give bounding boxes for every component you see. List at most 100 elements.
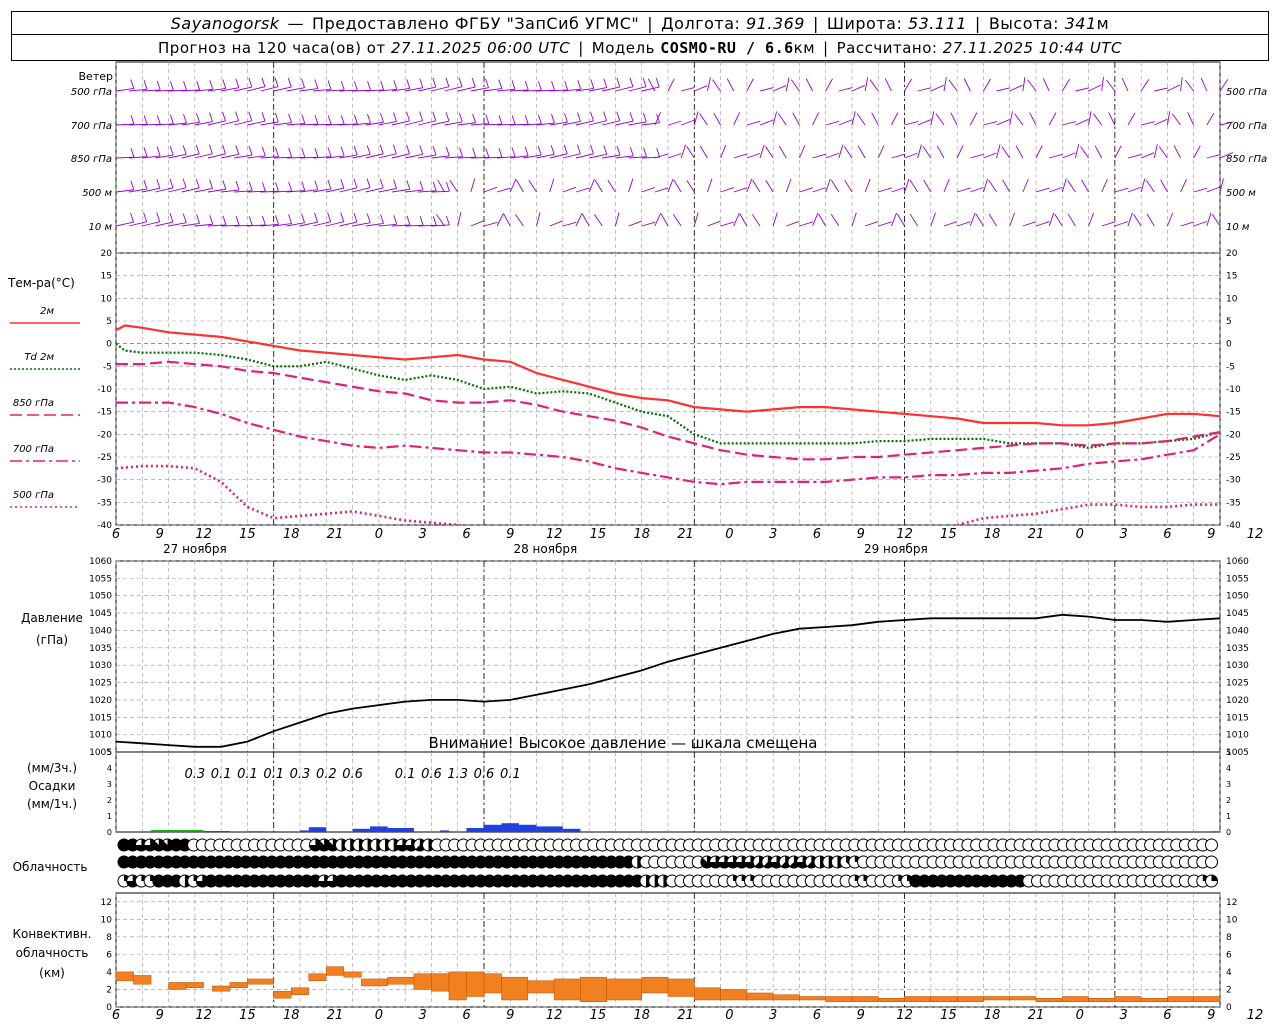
- wind-barb-feather: [406, 111, 410, 122]
- wind-barb: [1088, 84, 1102, 92]
- wind-barb-feather: [288, 214, 292, 224]
- precip-bar: [387, 828, 414, 832]
- pressure-tick-left: 1010: [89, 731, 112, 741]
- wind-barb: [1158, 146, 1168, 159]
- wind-barb: [654, 153, 669, 159]
- time-tick-label-bottom: 9: [156, 1008, 164, 1023]
- wind-barb: [449, 180, 459, 193]
- wind-barb: [751, 214, 761, 227]
- wind-barb-feather: [182, 178, 187, 188]
- wind-barb-feather: [209, 179, 213, 189]
- wind-barb: [891, 212, 897, 227]
- wind-barb: [830, 179, 840, 193]
- convective-bar: [133, 975, 152, 985]
- wind-barb-feather: [616, 111, 621, 121]
- wind-barb: [528, 180, 537, 193]
- wind-barb-feather: [576, 144, 581, 154]
- precip-tick-left: 2: [107, 796, 112, 805]
- wind-barb-feather: [327, 212, 332, 222]
- wind-barb: [1154, 87, 1169, 92]
- time-tick-label-bottom: 21: [1028, 1008, 1045, 1023]
- convective-bar: [1035, 997, 1063, 1002]
- wind-barb: [457, 212, 462, 227]
- temp-tick-left: -40: [97, 521, 112, 531]
- time-tick-label-bottom: 12: [195, 1008, 212, 1023]
- wind-barb-feather: [222, 111, 226, 122]
- wind-barb-feather: [235, 111, 240, 121]
- convective-bar: [387, 976, 415, 985]
- wind-barb: [778, 145, 787, 159]
- precip-bar: [370, 826, 388, 832]
- wind-barb-feather: [590, 144, 594, 154]
- wind-barb: [1067, 213, 1076, 227]
- wind-barb: [1015, 145, 1024, 159]
- wind-barb-feather: [222, 215, 227, 226]
- wind-barb-feather: [340, 115, 345, 125]
- wind-barb: [667, 120, 682, 126]
- wind-barb-feather: [367, 113, 371, 124]
- wind-barb: [1200, 77, 1208, 92]
- time-tick-label-bottom: 21: [677, 1008, 694, 1023]
- wind-barb-feather: [156, 146, 161, 157]
- wind-barb: [1106, 79, 1116, 92]
- time-tick-label: 18: [283, 527, 300, 542]
- precip-bar: [300, 830, 309, 832]
- wind-barb-feather: [445, 146, 450, 157]
- wind-barb-feather: [353, 212, 358, 223]
- wind-barb: [1035, 145, 1043, 159]
- wind-barb: [1219, 178, 1224, 193]
- wind-barb: [759, 119, 774, 126]
- wind-barb-feather: [419, 216, 424, 226]
- wind-barb-feather: [222, 144, 226, 154]
- pressure-tick-right: 1045: [1226, 609, 1249, 619]
- precip-panel: [115, 751, 1221, 833]
- precip-bar: [869, 831, 879, 832]
- wind-barb-feather: [248, 77, 253, 88]
- convective-bar: [1009, 996, 1037, 1001]
- convective-bar: [746, 992, 774, 1001]
- time-tick-label-bottom: 18: [633, 1008, 650, 1023]
- wind-barb: [575, 187, 590, 193]
- convective-bar: [720, 989, 748, 1001]
- wind-barb-feather: [537, 114, 542, 124]
- wind-barb: [943, 178, 950, 193]
- wind-barb-feather: [195, 178, 200, 189]
- wind-barb: [1167, 84, 1181, 92]
- wind-barb-feather: [196, 214, 200, 224]
- convective-bar: [799, 996, 826, 1001]
- precip-bar: [203, 831, 230, 832]
- time-tick-label-bottom: 15: [940, 1008, 957, 1023]
- precip-total-label: 0.2: [316, 767, 337, 782]
- time-tick-label: 6: [1163, 527, 1171, 542]
- wind-barb-feather: [419, 78, 424, 88]
- precip-bar: [151, 830, 204, 832]
- wind-barb-feather: [301, 148, 306, 158]
- pressure-tick-right: 1040: [1226, 626, 1249, 636]
- wind-barb: [1180, 77, 1183, 92]
- wind-barb: [988, 180, 997, 193]
- convective-unit: (км): [39, 966, 65, 980]
- wind-barb-feather: [392, 144, 397, 154]
- time-tick-label: 21: [677, 527, 694, 542]
- wind-barb-feather: [367, 81, 371, 91]
- precip-tick-left: 1: [107, 812, 112, 821]
- time-tick-label-bottom: 12: [896, 1008, 913, 1023]
- convective-bar: [273, 990, 292, 999]
- wind-barb: [496, 213, 504, 227]
- wind-barb-feather: [143, 80, 148, 90]
- wind-barb-feather: [261, 182, 266, 192]
- wind-barb: [1009, 111, 1013, 126]
- wind-barb: [641, 221, 656, 227]
- wind-barb: [641, 122, 660, 126]
- wind-barb: [680, 144, 686, 159]
- wind-barb: [878, 187, 892, 193]
- wind-barb: [772, 85, 787, 92]
- wind-barb: [891, 187, 905, 193]
- convective-bar: [694, 987, 721, 1001]
- temp-legend-label: Td 2м: [24, 352, 54, 363]
- wind-barb-feather: [524, 146, 529, 157]
- wind-barb-feather: [301, 213, 305, 223]
- convective-tick-right: 4: [1226, 968, 1232, 978]
- wind-barb-feather: [169, 178, 174, 188]
- wind-barb-feather: [551, 113, 555, 124]
